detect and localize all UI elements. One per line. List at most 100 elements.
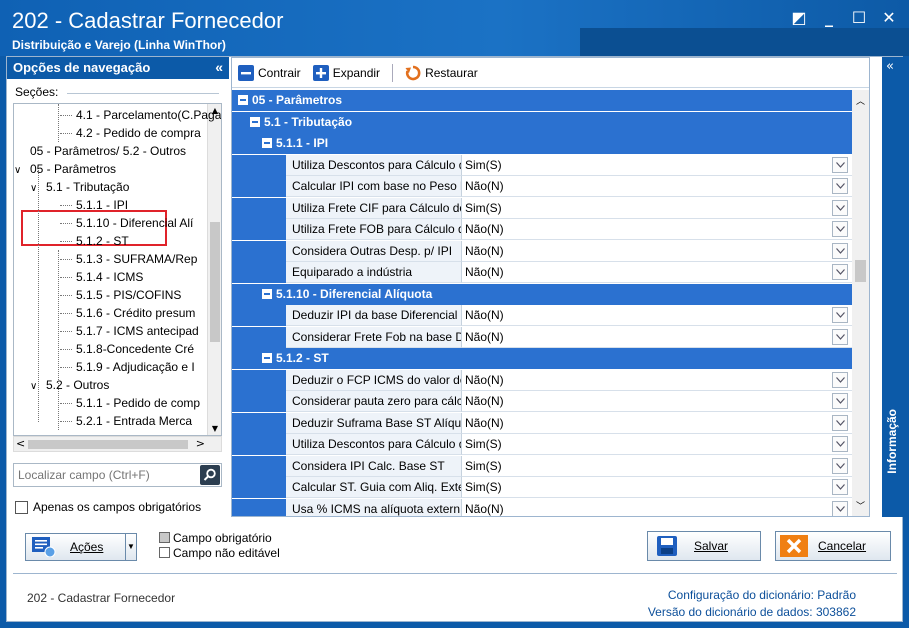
tree-item[interactable]: 5.1.10 - Diferencial Alí <box>74 214 193 232</box>
cancel-button[interactable]: Cancelar <box>775 531 891 561</box>
actions-button[interactable]: Ações ▼ <box>25 533 137 561</box>
tree-horizontal-scrollbar[interactable]: < > <box>13 436 222 452</box>
search-button[interactable] <box>200 465 220 485</box>
tree-connector <box>60 223 72 224</box>
scroll-left-icon[interactable]: < <box>16 437 25 450</box>
minimize-icon[interactable]: _ <box>821 8 837 27</box>
tree-item[interactable]: ∨ 5.2 - Outros <box>30 376 109 394</box>
grid-category[interactable]: 5.1.1 - IPI <box>232 133 852 154</box>
property-value-select[interactable]: Sim(S) <box>462 154 852 176</box>
category-collapse-icon[interactable] <box>262 288 272 299</box>
tree-expand-icon[interactable]: ∨ <box>14 162 28 180</box>
property-name: Considerar pauta zero para cálc <box>286 391 462 412</box>
grid-vertical-scrollbar[interactable]: ︿ ﹀ <box>852 90 869 516</box>
expand-all-label: Expandir <box>332 65 381 80</box>
tree-item[interactable]: 5.2.1 - Entrada Merca <box>74 412 192 430</box>
property-value-select[interactable]: Não(N) <box>462 326 852 348</box>
property-value-select[interactable]: Não(N) <box>462 412 852 434</box>
tree-item[interactable]: 5.1.4 - ICMS <box>74 268 143 286</box>
find-field-input[interactable] <box>14 464 198 486</box>
chevron-down-icon[interactable] <box>832 221 848 237</box>
chevron-down-icon[interactable] <box>832 500 848 516</box>
tree-item[interactable]: 5.1.6 - Crédito presum <box>74 304 195 322</box>
tree-scroll-thumb[interactable] <box>210 222 220 342</box>
grid-category[interactable]: 5.1 - Tributação <box>232 111 852 133</box>
close-icon[interactable]: ✕ <box>881 8 897 27</box>
tree-hscroll-thumb[interactable] <box>28 440 188 449</box>
tree-item[interactable]: 5.1.2 - ST <box>74 232 129 250</box>
property-value-select[interactable]: Sim(S) <box>462 197 852 219</box>
grid-category[interactable]: 5.1.10 - Diferencial Alíquota <box>232 283 852 305</box>
tree-item[interactable]: 5.1.9 - Adjudicação e I <box>74 358 195 376</box>
tree-item[interactable]: 5.1.5 - PIS/COFINS <box>74 286 181 304</box>
grid-gutter <box>232 197 286 219</box>
actions-dropdown-icon[interactable]: ▼ <box>125 534 136 560</box>
information-panel-tab[interactable]: « Informação <box>882 57 903 517</box>
category-collapse-icon[interactable] <box>262 138 272 148</box>
maximize-icon[interactable]: ☐ <box>851 8 867 27</box>
collapse-all-button[interactable]: Contrair <box>238 64 301 81</box>
grid-scroll-up-icon[interactable]: ︿ <box>852 94 869 107</box>
property-value-select[interactable]: Não(N) <box>462 391 852 412</box>
grid-scroll-thumb[interactable] <box>855 260 866 282</box>
category-collapse-icon[interactable] <box>238 95 248 105</box>
chevron-down-icon[interactable] <box>832 156 848 173</box>
grid-category[interactable]: 05 - Parâmetros <box>232 90 852 111</box>
tree-item[interactable]: 4.2 - Pedido de compra <box>74 124 201 142</box>
category-collapse-icon[interactable] <box>262 353 272 363</box>
property-row: Deduzir Suframa Base ST Alíquo Não(N) <box>232 412 852 434</box>
chevron-down-icon[interactable] <box>832 414 848 431</box>
property-value-select[interactable]: Sim(S) <box>462 477 852 498</box>
collapse-info-icon[interactable]: « <box>886 59 894 74</box>
save-button[interactable]: Salvar <box>647 531 761 561</box>
tree-item[interactable]: 5.1.1 - IPI <box>74 196 128 214</box>
tree-item[interactable]: ∨ 5.1 - Tributação <box>30 178 129 196</box>
property-value-select[interactable]: Sim(S) <box>462 434 852 455</box>
sections-tree[interactable]: ▲ ▼ 4.1 - Parcelamento(C.Paga 4.2 - Pedid… <box>13 103 222 436</box>
chevron-down-icon[interactable] <box>832 199 848 216</box>
tree-item-label: 5.1.7 - ICMS antecipad <box>76 324 199 338</box>
tree-item[interactable]: 5.1.3 - SUFRAMA/Rep <box>74 250 197 268</box>
property-row: Equiparado a indústria Não(N) <box>232 262 852 283</box>
chevron-down-icon[interactable] <box>832 178 848 194</box>
grid-category[interactable]: 5.1.2 - ST <box>232 348 852 369</box>
property-value-select[interactable]: Não(N) <box>462 240 852 262</box>
tree-expand-icon[interactable]: ∨ <box>30 378 44 396</box>
property-value-select[interactable]: Não(N) <box>462 498 852 516</box>
property-value-select[interactable]: Não(N) <box>462 219 852 240</box>
chevron-down-icon[interactable] <box>832 436 848 452</box>
chevron-down-icon[interactable] <box>832 264 848 280</box>
tree-vertical-scrollbar[interactable]: ▲ ▼ <box>207 104 221 435</box>
grid-gutter <box>232 348 256 369</box>
chevron-down-icon[interactable] <box>832 328 848 345</box>
chevron-down-icon[interactable] <box>832 242 848 259</box>
scroll-down-icon[interactable]: ▼ <box>208 424 221 433</box>
chevron-down-icon[interactable] <box>832 307 848 323</box>
property-value-select[interactable]: Não(N) <box>462 369 852 391</box>
collapse-nav-icon[interactable]: « <box>215 59 223 75</box>
property-value-select[interactable]: Não(N) <box>462 262 852 283</box>
property-value-select[interactable]: Não(N) <box>462 305 852 326</box>
category-collapse-icon[interactable] <box>250 116 260 127</box>
tree-item[interactable]: 5.1.8-Concedente Cré <box>74 340 194 358</box>
chevron-down-icon[interactable] <box>832 457 848 474</box>
collapse-all-label: Contrair <box>258 65 301 80</box>
property-value-select[interactable]: Sim(S) <box>462 455 852 477</box>
tree-expand-icon[interactable]: ∨ <box>30 180 44 198</box>
chevron-down-icon[interactable] <box>832 393 848 409</box>
scroll-right-icon[interactable]: > <box>196 437 205 450</box>
restore-button[interactable]: Restaurar <box>405 65 478 81</box>
chevron-down-icon[interactable] <box>832 371 848 388</box>
required-only-option[interactable]: Apenas os campos obrigatórios <box>15 500 201 514</box>
tree-item[interactable]: 4.1 - Parcelamento(C.Paga <box>74 106 221 124</box>
required-only-checkbox[interactable] <box>15 500 28 514</box>
tree-item[interactable]: ∨ 05 - Parâmetros <box>14 160 116 178</box>
expand-all-button[interactable]: Expandir <box>312 64 381 81</box>
chevron-down-icon[interactable] <box>832 479 848 495</box>
tree-item[interactable]: 05 - Parâmetros/ 5.2 - Outros <box>28 142 186 160</box>
grid-scroll-down-icon[interactable]: ﹀ <box>852 499 869 512</box>
tree-item[interactable]: 5.1.1 - Pedido de comp <box>74 394 200 412</box>
property-value-select[interactable]: Não(N) <box>462 176 852 197</box>
tree-item[interactable]: 5.1.7 - ICMS antecipad <box>74 322 199 340</box>
restore-window-icon[interactable]: ◩ <box>791 8 807 27</box>
